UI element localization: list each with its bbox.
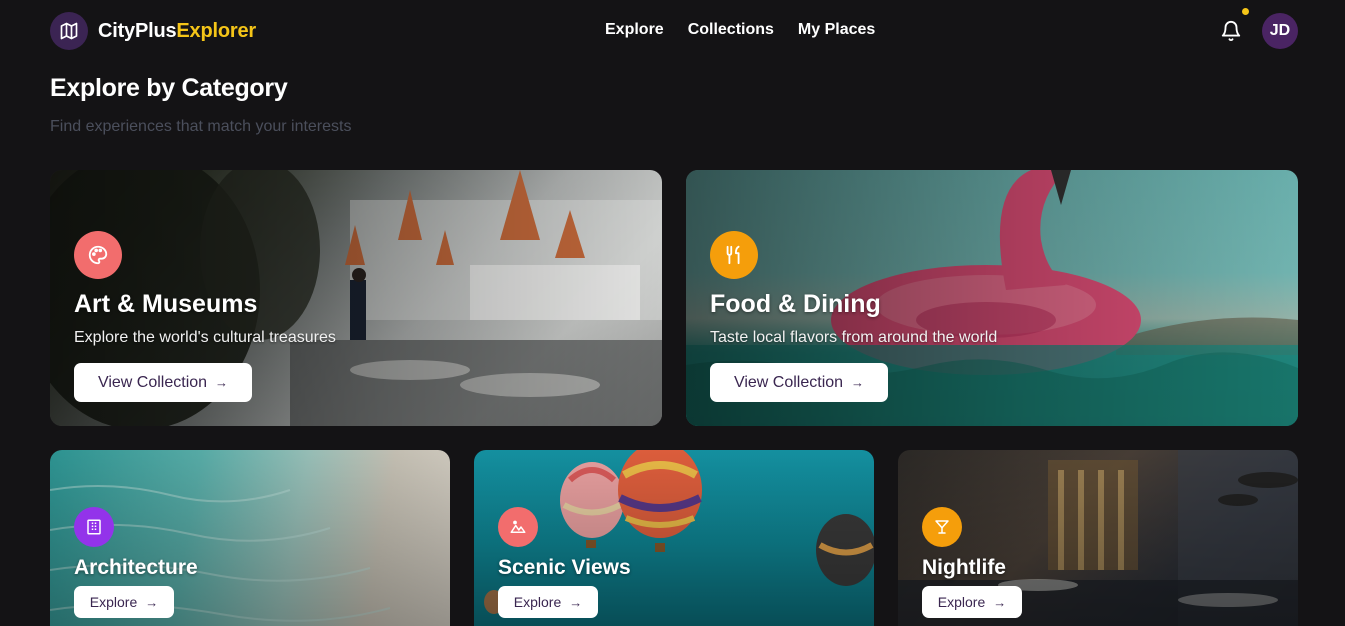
- category-card-nightlife[interactable]: Nightlife Explore →: [898, 450, 1298, 626]
- arrow-right-icon: →: [569, 594, 583, 610]
- explore-button[interactable]: Explore →: [74, 586, 174, 618]
- category-card-food-dining[interactable]: Food & Dining Taste local flavors from a…: [686, 170, 1298, 426]
- arrow-right-icon: →: [993, 594, 1007, 610]
- card-title: Art & Museums: [74, 290, 258, 318]
- button-label: Explore: [89, 594, 138, 610]
- brand-logo[interactable]: CityPlusExplorer: [50, 12, 256, 50]
- brand-name-part1: CityPlus: [98, 19, 177, 42]
- palette-icon: [74, 231, 122, 279]
- brand-name-part2: Explorer: [176, 19, 256, 42]
- card-title: Architecture: [74, 556, 198, 579]
- mountain-icon: [498, 507, 538, 547]
- page-title: Explore by Category: [50, 74, 288, 102]
- card-title: Food & Dining: [710, 290, 881, 318]
- arrow-right-icon: →: [215, 375, 229, 390]
- nav-explore[interactable]: Explore: [605, 21, 664, 39]
- map-icon: [50, 12, 88, 50]
- view-collection-button[interactable]: View Collection →: [710, 363, 888, 402]
- card-description: Explore the world's cultural treasures: [74, 329, 336, 346]
- brand-name: CityPlusExplorer: [98, 20, 256, 43]
- explore-button[interactable]: Explore →: [922, 586, 1022, 618]
- view-collection-button[interactable]: View Collection →: [74, 363, 252, 402]
- button-label: Explore: [513, 594, 562, 610]
- category-card-architecture[interactable]: Architecture Explore →: [50, 450, 450, 626]
- cocktail-icon: [922, 507, 962, 547]
- explore-button[interactable]: Explore →: [498, 586, 598, 618]
- nav-my-places[interactable]: My Places: [798, 21, 875, 39]
- card-title: Nightlife: [922, 556, 1006, 579]
- utensils-icon: [710, 231, 758, 279]
- button-label: View Collection: [733, 373, 844, 391]
- button-label: Explore: [937, 594, 986, 610]
- card-description: Taste local flavors from around the worl…: [710, 329, 998, 346]
- page-subtitle: Find experiences that match your interes…: [50, 118, 352, 135]
- card-title: Scenic Views: [498, 556, 631, 579]
- top-bar: CityPlusExplorer Explore Collections My …: [0, 0, 1345, 64]
- main-nav: Explore Collections My Places: [605, 21, 875, 39]
- category-card-scenic-views[interactable]: Scenic Views Explore →: [474, 450, 874, 626]
- nav-collections[interactable]: Collections: [688, 21, 774, 39]
- building-icon: [74, 507, 114, 547]
- button-label: View Collection: [97, 373, 208, 391]
- avatar[interactable]: JD: [1262, 13, 1298, 49]
- category-card-art-museums[interactable]: Art & Museums Explore the world's cultur…: [50, 170, 662, 426]
- arrow-right-icon: →: [145, 594, 159, 610]
- bell-icon[interactable]: [1220, 20, 1242, 42]
- arrow-right-icon: →: [851, 375, 865, 390]
- notification-dot: [1242, 8, 1249, 15]
